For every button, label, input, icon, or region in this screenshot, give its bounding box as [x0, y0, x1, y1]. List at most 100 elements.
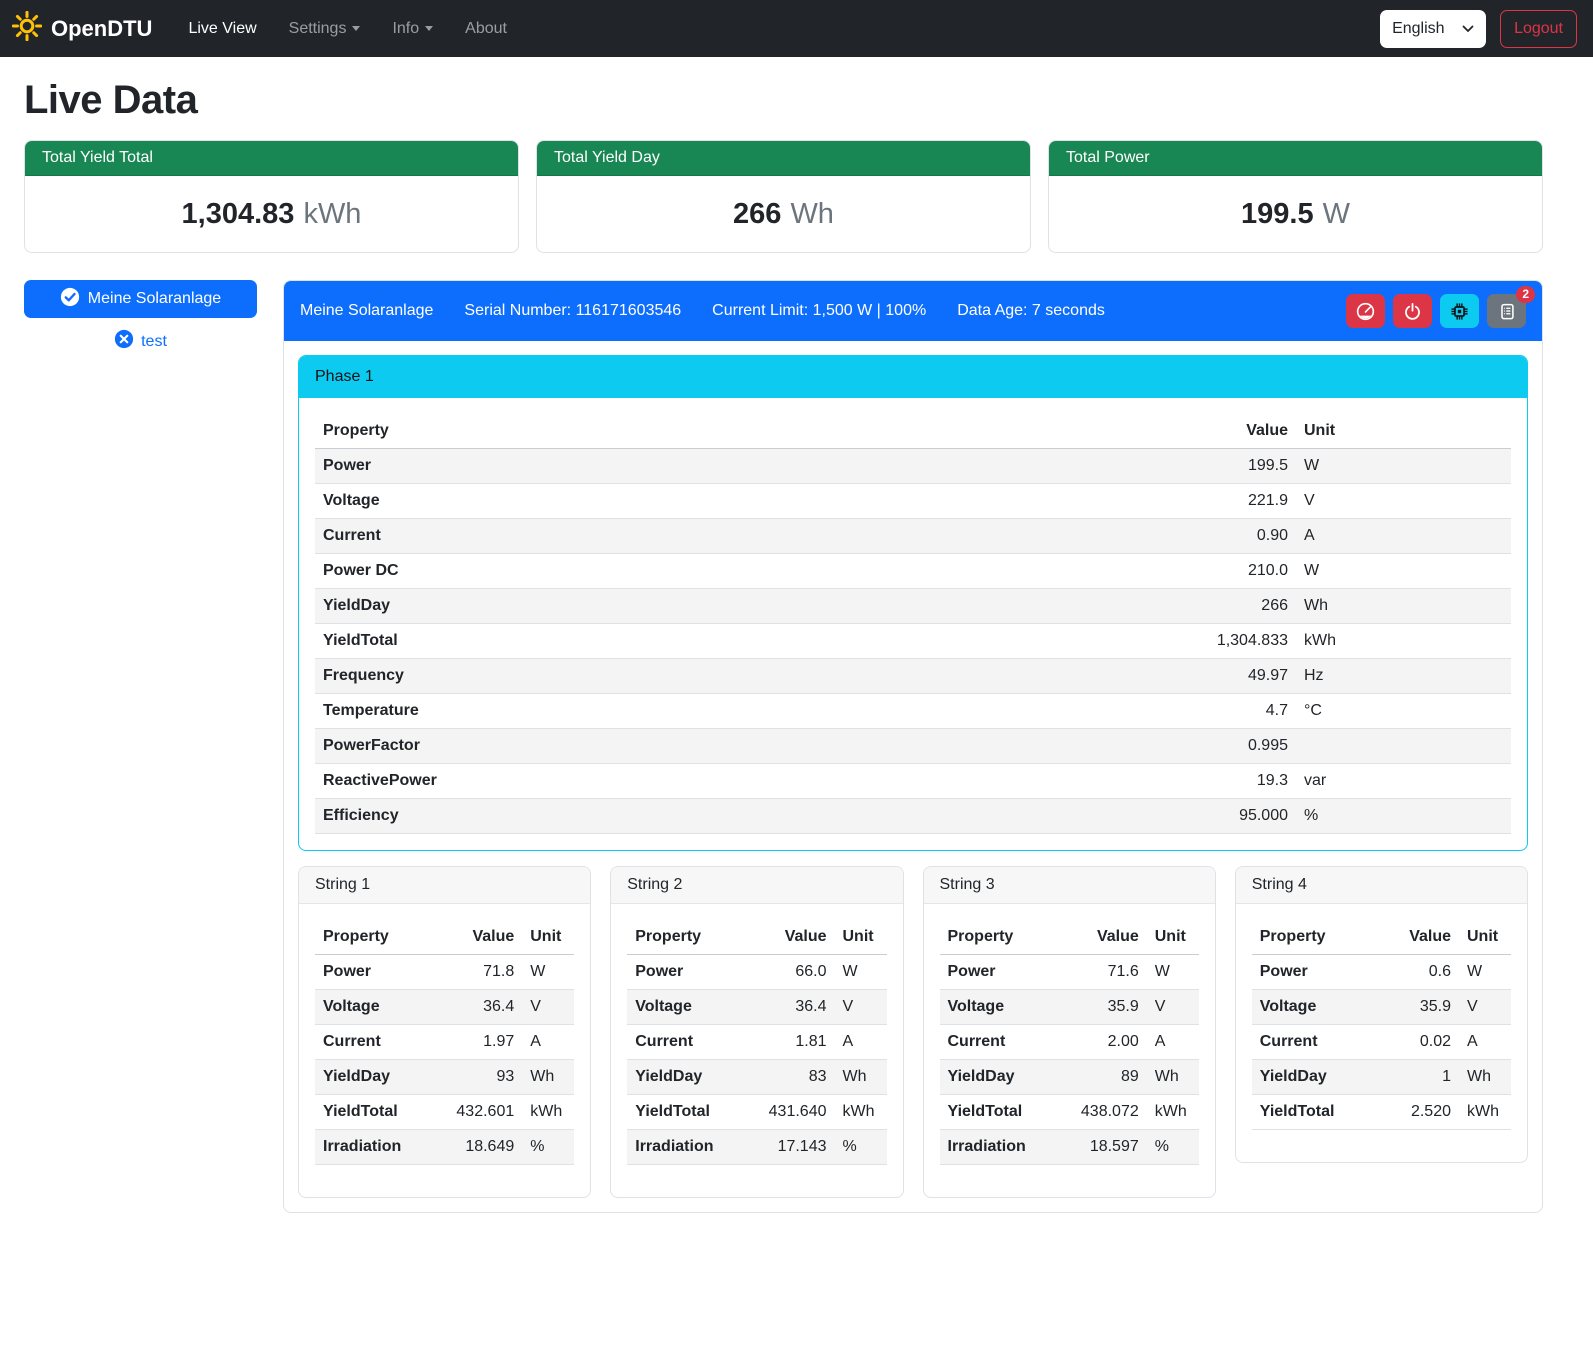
nav-item-about[interactable]: About [451, 12, 521, 46]
page-container: Live Data Total Yield Total 1,304.83 kWh… [0, 78, 1593, 1239]
table-row: YieldDay266Wh [315, 589, 1511, 624]
unit-cell: W [522, 955, 574, 990]
column-header-unit: Unit [1459, 920, 1511, 955]
value-cell: 432.601 [426, 1095, 522, 1130]
unit-cell: % [1147, 1130, 1199, 1165]
table-row: YieldTotal431.640kWh [627, 1095, 886, 1130]
page-title: Live Data [24, 78, 1543, 123]
nav-item-settings[interactable]: Settings [275, 12, 375, 46]
table-row: Power0.6W [1252, 955, 1511, 990]
total-yield-total-card: Total Yield Total 1,304.83 kWh [24, 140, 519, 253]
table-row: Current1.81A [627, 1025, 886, 1060]
string-table: Property Value Unit Power71.8W Voltage36… [315, 920, 574, 1165]
radio-stats-button[interactable] [1440, 294, 1479, 328]
unit-cell: W [1296, 449, 1511, 484]
table-row: YieldDay89Wh [940, 1060, 1199, 1095]
card-value-area: 1,304.83 kWh [25, 176, 518, 252]
table-row: Current1.97A [315, 1025, 574, 1060]
value-cell: 1.81 [739, 1025, 835, 1060]
table-row: ReactivePower19.3var [315, 764, 1511, 799]
card-value-area: 199.5 W [1049, 176, 1542, 252]
value-cell: 36.4 [739, 990, 835, 1025]
property-cell: Power DC [315, 554, 1136, 589]
table-header-row: Property Value Unit [315, 414, 1511, 449]
unit-cell: A [835, 1025, 887, 1060]
value-cell: 2.00 [1051, 1025, 1147, 1060]
value-cell: 431.640 [739, 1095, 835, 1130]
event-log-button[interactable]: 2 [1487, 294, 1526, 328]
property-cell: YieldTotal [940, 1095, 1051, 1130]
power-icon [1403, 302, 1422, 321]
string-card-title: String 1 [299, 867, 590, 904]
property-cell: Current [315, 519, 1136, 554]
table-row: Efficiency95.000% [315, 799, 1511, 834]
string-table: Property Value Unit Power66.0W Voltage36… [627, 920, 886, 1165]
unit-cell: Wh [1296, 589, 1511, 624]
unit-cell: % [522, 1130, 574, 1165]
card-value-area: 266 Wh [537, 176, 1030, 252]
inverter-select-button[interactable]: Meine Solaranlage [24, 280, 257, 318]
card-title: Total Yield Day [537, 141, 1030, 176]
card-value: 266 [733, 198, 781, 231]
column-header-unit: Unit [1296, 414, 1511, 449]
value-cell: 66.0 [739, 955, 835, 990]
value-cell: 35.9 [1363, 990, 1459, 1025]
unit-cell: A [1459, 1025, 1511, 1060]
column-header-unit: Unit [835, 920, 887, 955]
value-cell: 266 [1136, 589, 1296, 624]
brand[interactable]: OpenDTU [12, 11, 152, 47]
unit-cell: W [1147, 955, 1199, 990]
table-row: Voltage35.9V [940, 990, 1199, 1025]
card-unit: kWh [303, 198, 361, 231]
property-cell: Voltage [627, 990, 738, 1025]
value-cell: 18.597 [1051, 1130, 1147, 1165]
strings-row: String 1 Property Value Unit [298, 866, 1528, 1198]
unit-cell: A [522, 1025, 574, 1060]
value-cell: 2.520 [1363, 1095, 1459, 1130]
unit-cell: W [1296, 554, 1511, 589]
journal-icon [1497, 302, 1516, 321]
language-select[interactable]: English [1380, 10, 1486, 48]
property-cell: YieldDay [315, 1060, 426, 1095]
cpu-chip-icon [1450, 302, 1469, 321]
property-cell: Temperature [315, 694, 1136, 729]
table-row: Irradiation17.143% [627, 1130, 886, 1165]
nav-item-live-view[interactable]: Live View [174, 12, 270, 46]
value-cell: 1,304.833 [1136, 624, 1296, 659]
power-control-button[interactable] [1393, 294, 1432, 328]
logout-button[interactable]: Logout [1500, 10, 1577, 48]
table-header-row: Property Value Unit [315, 920, 574, 955]
card-value: 199.5 [1241, 198, 1314, 231]
property-cell: Voltage [315, 990, 426, 1025]
value-cell: 89 [1051, 1060, 1147, 1095]
card-value: 1,304.83 [182, 198, 295, 231]
table-row: Irradiation18.649% [315, 1130, 574, 1165]
table-header-row: Property Value Unit [940, 920, 1199, 955]
value-cell: 1.97 [426, 1025, 522, 1060]
unit-cell: A [1147, 1025, 1199, 1060]
value-cell: 1 [1363, 1060, 1459, 1095]
nav-item-info[interactable]: Info [378, 12, 447, 46]
table-row: YieldTotal1,304.833kWh [315, 624, 1511, 659]
inverter-item-test[interactable]: test [24, 329, 257, 354]
unit-cell: V [835, 990, 887, 1025]
value-cell: 18.649 [426, 1130, 522, 1165]
unit-cell: kWh [1296, 624, 1511, 659]
total-yield-day-card: Total Yield Day 266 Wh [536, 140, 1031, 253]
property-cell: YieldTotal [315, 624, 1136, 659]
property-cell: Current [315, 1025, 426, 1060]
table-row: Voltage35.9V [1252, 990, 1511, 1025]
table-row: Current2.00A [940, 1025, 1199, 1060]
value-cell: 93 [426, 1060, 522, 1095]
string-table: Property Value Unit Power0.6W Voltage35.… [1252, 920, 1511, 1130]
table-row: Irradiation18.597% [940, 1130, 1199, 1165]
property-cell: Current [1252, 1025, 1363, 1060]
sun-icon [12, 11, 42, 47]
table-row: YieldDay1Wh [1252, 1060, 1511, 1095]
limit-settings-button[interactable] [1346, 294, 1385, 328]
value-cell: 221.9 [1136, 484, 1296, 519]
property-cell: Voltage [940, 990, 1051, 1025]
column-header-property: Property [940, 920, 1051, 955]
unit-cell: V [1147, 990, 1199, 1025]
card-title: Total Yield Total [25, 141, 518, 176]
